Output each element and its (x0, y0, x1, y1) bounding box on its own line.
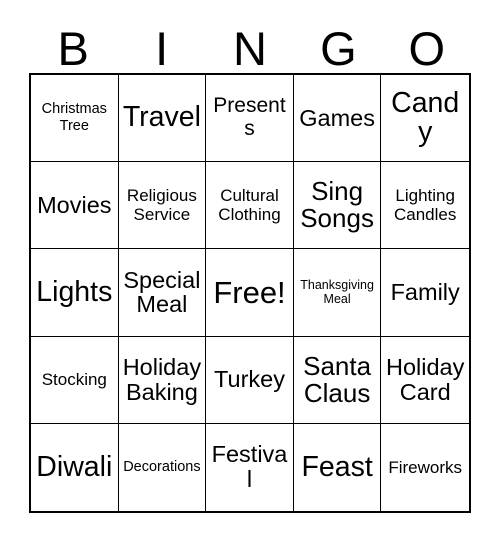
bingo-cell[interactable]: Special Meal (118, 249, 207, 337)
bingo-card: B I N G O Christmas Tree Travel Presents Ga… (0, 0, 500, 544)
bingo-cell-label: Thanksgiving Meal (300, 278, 374, 307)
bingo-cell-label: Festival (211, 441, 288, 493)
bingo-cell-label: Holiday Baking (122, 353, 202, 405)
bingo-cell-label: Decorations (123, 459, 201, 476)
bingo-cell-label: Fireworks (388, 457, 463, 477)
bingo-cell-label: Cultural Clothing (218, 186, 281, 225)
bingo-cell[interactable]: Movies (31, 162, 119, 250)
bingo-cell[interactable]: Family (381, 249, 469, 337)
bingo-cell[interactable]: Presents (206, 75, 294, 163)
bingo-cell[interactable]: Thanksgiving Meal (293, 249, 382, 337)
bingo-cell-label: Turkey (214, 366, 285, 393)
bingo-cell[interactable]: Fireworks (381, 423, 469, 511)
bingo-cell[interactable]: Festival (206, 423, 294, 511)
bingo-cell[interactable]: Holiday Baking (118, 336, 207, 424)
bingo-cell[interactable]: Sing Songs (293, 162, 382, 250)
bingo-cell-label: Games (299, 104, 375, 131)
bingo-cell[interactable]: Turkey (206, 336, 294, 424)
bingo-header-row: B I N G O (29, 18, 471, 73)
bingo-cell-label: Family (390, 279, 460, 306)
bingo-cell[interactable]: Christmas Tree (31, 75, 119, 163)
bingo-cell-label: Lights (36, 275, 113, 308)
bingo-header-letter-b: B (57, 22, 89, 75)
bingo-cell-label: Stocking (41, 370, 107, 390)
bingo-cell[interactable]: Feast (293, 423, 382, 511)
bingo-cell-label: Feast (301, 450, 373, 483)
bingo-cell[interactable]: Stocking (31, 336, 119, 424)
bingo-cell-label: Lighting Candles (394, 186, 457, 225)
bingo-header-letter-g: G (320, 22, 357, 75)
bingo-header-letter-o: O (408, 22, 446, 75)
bingo-cell[interactable]: Lights (31, 249, 119, 337)
bingo-cell-label: Travel (122, 101, 201, 134)
bingo-cell-label: Special Meal (123, 266, 201, 318)
bingo-cell[interactable]: Travel (118, 75, 207, 163)
bingo-cell-label: Movies (37, 191, 112, 218)
bingo-grid: Christmas Tree Travel Presents Games Candy Mo… (29, 73, 471, 513)
bingo-cell-label: Candy (391, 86, 460, 149)
bingo-cell[interactable]: Candy (381, 75, 469, 163)
bingo-cell-label: Christmas Tree (41, 101, 107, 135)
bingo-cell-label: Diwali (36, 450, 113, 483)
bingo-free-space[interactable]: Free! (206, 249, 294, 337)
bingo-cell-label: Holiday Card (386, 353, 465, 405)
bingo-cell-label: Free! (213, 274, 286, 310)
bingo-cell[interactable]: Santa Claus (293, 336, 382, 424)
bingo-cell[interactable]: Cultural Clothing (206, 162, 294, 250)
bingo-cell[interactable]: Lighting Candles (381, 162, 469, 250)
bingo-cell[interactable]: Religious Service (118, 162, 207, 250)
bingo-cell-label: Santa Claus (303, 350, 372, 408)
bingo-cell-label: Presents (213, 94, 286, 141)
bingo-cell[interactable]: Diwali (31, 423, 119, 511)
bingo-header-letter-n: N (233, 22, 267, 75)
bingo-cell[interactable]: Decorations (118, 423, 207, 511)
bingo-cell[interactable]: Holiday Card (381, 336, 469, 424)
bingo-cell-label: Religious Service (126, 186, 197, 225)
bingo-header-letter-i: I (155, 22, 169, 75)
bingo-cell-label: Sing Songs (300, 176, 374, 234)
bingo-cell[interactable]: Games (293, 75, 382, 163)
